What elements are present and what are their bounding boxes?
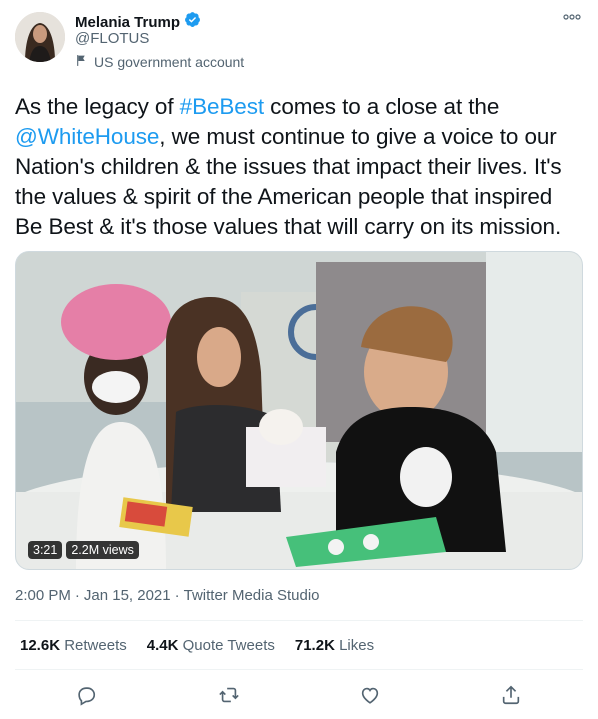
government-flag-icon bbox=[75, 54, 88, 70]
retweets-stat[interactable]: 12.6K Retweets bbox=[20, 637, 127, 654]
tweet-meta: 2:00 PM · Jan 15, 2021 · Twitter Media Studi… bbox=[15, 587, 320, 604]
quote-tweets-stat[interactable]: 4.4K Quote Tweets bbox=[147, 637, 275, 654]
tweet-text: As the legacy of #BeBest comes to a clos… bbox=[15, 92, 585, 242]
retweets-label: Retweets bbox=[64, 637, 127, 654]
retweet-icon[interactable] bbox=[217, 683, 241, 707]
tweet-stats: 12.6K Retweets 4.4K Quote Tweets 71.2K L… bbox=[20, 637, 374, 654]
tweet-date[interactable]: Jan 15, 2021 bbox=[84, 587, 171, 604]
likes-count: 71.2K bbox=[294, 637, 335, 654]
video-player[interactable]: 3:21 2.2M views bbox=[15, 251, 583, 570]
share-icon[interactable] bbox=[499, 683, 523, 707]
video-views: 2.2M views bbox=[66, 541, 139, 559]
retweets-count: 12.6K bbox=[20, 637, 61, 654]
tweet-text-segment: comes to a close at the bbox=[264, 94, 500, 119]
like-icon[interactable] bbox=[358, 683, 382, 707]
video-badges: 3:21 2.2M views bbox=[28, 541, 139, 559]
video-thumbnail bbox=[16, 252, 582, 569]
likes-label: Likes bbox=[339, 637, 375, 654]
mention-link[interactable]: @WhiteHouse bbox=[15, 124, 159, 149]
divider bbox=[15, 669, 583, 670]
divider bbox=[15, 620, 583, 621]
likes-stat[interactable]: 71.2K Likes bbox=[295, 637, 374, 654]
tweet-actions bbox=[0, 683, 598, 709]
hashtag-link[interactable]: #BeBest bbox=[180, 94, 264, 119]
more-icon[interactable] bbox=[562, 10, 582, 24]
avatar[interactable] bbox=[15, 12, 65, 62]
quote-tweets-label: Quote Tweets bbox=[182, 637, 275, 654]
government-label: US government account bbox=[75, 54, 244, 70]
author-name[interactable]: Melania Trump bbox=[75, 14, 180, 31]
tweet-source[interactable]: Twitter Media Studio bbox=[184, 587, 320, 604]
government-label-text: US government account bbox=[94, 54, 245, 70]
tweet-time[interactable]: 2:00 PM bbox=[15, 587, 71, 604]
verified-badge-icon bbox=[184, 11, 201, 33]
tweet-text-segment: As the legacy of bbox=[15, 94, 180, 119]
video-duration: 3:21 bbox=[28, 541, 63, 559]
author-handle[interactable]: @FLOTUS bbox=[75, 30, 149, 47]
quote-tweets-count: 4.4K bbox=[146, 637, 179, 654]
reply-icon[interactable] bbox=[74, 683, 98, 707]
